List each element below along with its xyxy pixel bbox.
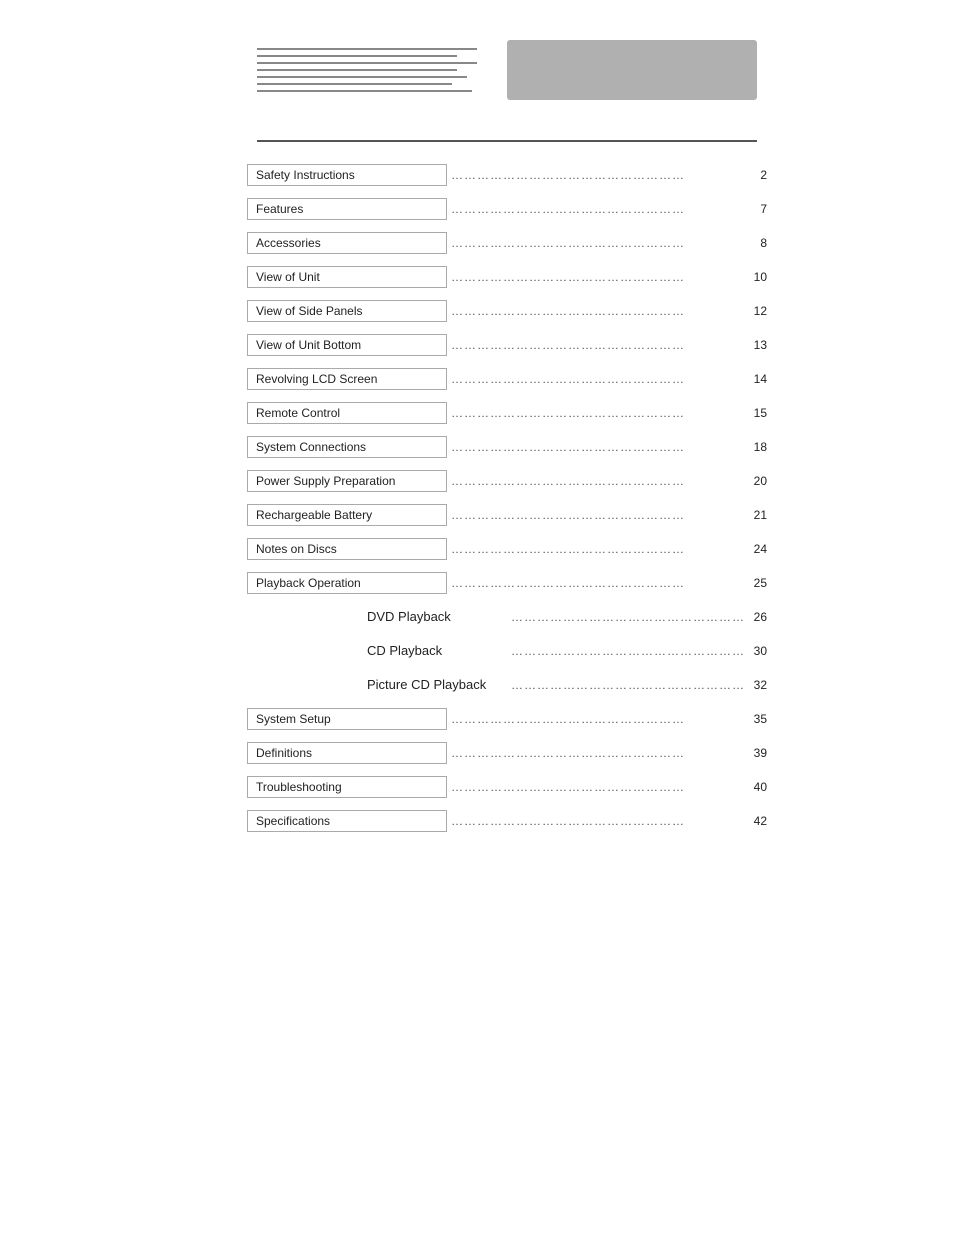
toc-row: Playback Operation ……………………………………………… 25 bbox=[247, 570, 767, 596]
toc-label[interactable]: View of Unit Bottom bbox=[247, 334, 447, 356]
toc-label[interactable]: Notes on Discs bbox=[247, 538, 447, 560]
toc-dots: ……………………………………………… bbox=[447, 746, 743, 760]
toc-page: 7 bbox=[743, 202, 767, 216]
toc-row: Remote Control ……………………………………………… 15 bbox=[247, 400, 767, 426]
toc-page: 12 bbox=[743, 304, 767, 318]
toc-dots: ……………………………………………… bbox=[507, 644, 743, 658]
toc-dots: ……………………………………………… bbox=[447, 508, 743, 522]
toc-page: 10 bbox=[743, 270, 767, 284]
toc-row: View of Unit ……………………………………………… 10 bbox=[247, 264, 767, 290]
toc-dots: ……………………………………………… bbox=[447, 304, 743, 318]
toc-container: Safety Instructions ……………………………………………… 2… bbox=[247, 162, 767, 834]
toc-row: View of Unit Bottom ……………………………………………… 1… bbox=[247, 332, 767, 358]
toc-dots: ……………………………………………… bbox=[507, 610, 743, 624]
header-area bbox=[257, 40, 757, 110]
header-line-7 bbox=[257, 90, 472, 92]
toc-row: Revolving LCD Screen ……………………………………………… … bbox=[247, 366, 767, 392]
toc-dots: ……………………………………………… bbox=[447, 780, 743, 794]
toc-page: 39 bbox=[743, 746, 767, 760]
toc-row-dvd: DVD Playback ……………………………………………… 26 bbox=[247, 604, 767, 630]
toc-label[interactable]: Definitions bbox=[247, 742, 447, 764]
toc-dots: ……………………………………………… bbox=[447, 168, 743, 182]
toc-row: Accessories ……………………………………………… 8 bbox=[247, 230, 767, 256]
toc-label[interactable]: View of Unit bbox=[247, 266, 447, 288]
toc-row: Power Supply Preparation ………………………………………… bbox=[247, 468, 767, 494]
toc-page: 2 bbox=[743, 168, 767, 182]
toc-dots: ……………………………………………… bbox=[507, 678, 743, 692]
toc-dots: ……………………………………………… bbox=[447, 338, 743, 352]
toc-row-picture-cd: Picture CD Playback ……………………………………………… 3… bbox=[247, 672, 767, 698]
toc-row: View of Side Panels ……………………………………………… 1… bbox=[247, 298, 767, 324]
toc-page: 24 bbox=[743, 542, 767, 556]
toc-dots: ……………………………………………… bbox=[447, 712, 743, 726]
toc-row: Safety Instructions ……………………………………………… 2 bbox=[247, 162, 767, 188]
toc-dots: ……………………………………………… bbox=[447, 236, 743, 250]
header-line-2 bbox=[257, 55, 457, 57]
toc-label[interactable]: Playback Operation bbox=[247, 572, 447, 594]
toc-dots: ……………………………………………… bbox=[447, 814, 743, 828]
toc-label[interactable]: Specifications bbox=[247, 810, 447, 832]
toc-row: Features ……………………………………………… 7 bbox=[247, 196, 767, 222]
toc-page: 20 bbox=[743, 474, 767, 488]
toc-row: System Connections ……………………………………………… 18 bbox=[247, 434, 767, 460]
toc-page: 26 bbox=[743, 610, 767, 624]
toc-row: Troubleshooting ……………………………………………… 40 bbox=[247, 774, 767, 800]
toc-label[interactable]: Revolving LCD Screen bbox=[247, 368, 447, 390]
toc-row: Definitions ……………………………………………… 39 bbox=[247, 740, 767, 766]
toc-page: 30 bbox=[743, 644, 767, 658]
header-line-6 bbox=[257, 83, 452, 85]
toc-page: 13 bbox=[743, 338, 767, 352]
toc-dots: ……………………………………………… bbox=[447, 270, 743, 284]
toc-label[interactable]: System Setup bbox=[247, 708, 447, 730]
toc-plain-label[interactable]: Picture CD Playback bbox=[367, 677, 507, 692]
toc-dots: ……………………………………………… bbox=[447, 406, 743, 420]
toc-page: 18 bbox=[743, 440, 767, 454]
header-line-5 bbox=[257, 76, 467, 78]
header-bottom-line bbox=[257, 140, 757, 142]
header-line-1 bbox=[257, 48, 477, 50]
toc-label[interactable]: Power Supply Preparation bbox=[247, 470, 447, 492]
toc-dots: ……………………………………………… bbox=[447, 202, 743, 216]
toc-label[interactable]: Rechargeable Battery bbox=[247, 504, 447, 526]
header-lines bbox=[257, 48, 497, 92]
toc-plain-label[interactable]: DVD Playback bbox=[367, 609, 507, 624]
header-line-3 bbox=[257, 62, 477, 64]
toc-page: 8 bbox=[743, 236, 767, 250]
header-line-4 bbox=[257, 69, 457, 71]
header-gray-box bbox=[507, 40, 757, 100]
toc-page: 14 bbox=[743, 372, 767, 386]
toc-label[interactable]: System Connections bbox=[247, 436, 447, 458]
toc-page: 32 bbox=[743, 678, 767, 692]
toc-label[interactable]: Troubleshooting bbox=[247, 776, 447, 798]
toc-label[interactable]: Features bbox=[247, 198, 447, 220]
toc-dots: ……………………………………………… bbox=[447, 576, 743, 590]
toc-row-cd: CD Playback ……………………………………………… 30 bbox=[247, 638, 767, 664]
toc-row: Specifications ……………………………………………… 42 bbox=[247, 808, 767, 834]
toc-plain-label[interactable]: CD Playback bbox=[367, 643, 507, 658]
toc-row: System Setup ……………………………………………… 35 bbox=[247, 706, 767, 732]
toc-dots: ……………………………………………… bbox=[447, 542, 743, 556]
toc-dots: ……………………………………………… bbox=[447, 474, 743, 488]
toc-page: 40 bbox=[743, 780, 767, 794]
toc-label[interactable]: Safety Instructions bbox=[247, 164, 447, 186]
toc-row: Rechargeable Battery ……………………………………………… … bbox=[247, 502, 767, 528]
toc-page: 42 bbox=[743, 814, 767, 828]
toc-dots: ……………………………………………… bbox=[447, 440, 743, 454]
toc-row: Notes on Discs ……………………………………………… 24 bbox=[247, 536, 767, 562]
toc-page: 15 bbox=[743, 406, 767, 420]
page-wrapper: Safety Instructions ……………………………………………… 2… bbox=[0, 0, 954, 1235]
toc-label[interactable]: View of Side Panels bbox=[247, 300, 447, 322]
toc-page: 25 bbox=[743, 576, 767, 590]
toc-label[interactable]: Remote Control bbox=[247, 402, 447, 424]
toc-page: 21 bbox=[743, 508, 767, 522]
toc-page: 35 bbox=[743, 712, 767, 726]
toc-label[interactable]: Accessories bbox=[247, 232, 447, 254]
toc-dots: ……………………………………………… bbox=[447, 372, 743, 386]
